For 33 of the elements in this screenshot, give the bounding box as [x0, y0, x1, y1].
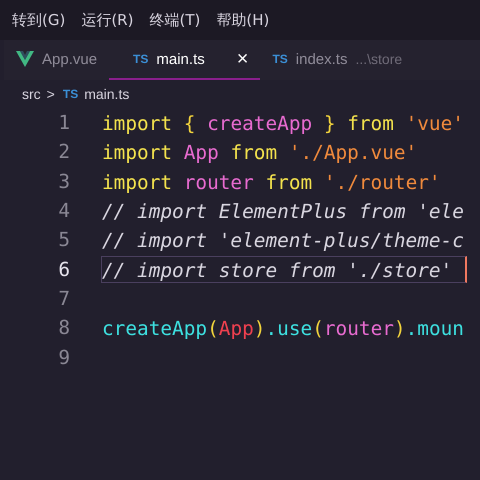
code-line: createApp(App).use(router).moun [101, 316, 465, 342]
typescript-icon: TS [272, 52, 288, 66]
line-number: 3 [57, 170, 70, 193]
close-icon[interactable]: × [236, 48, 248, 70]
code-line: import { createApp } from 'vue' [101, 111, 465, 136]
line-number: 7 [57, 286, 70, 310]
typescript-icon: TS [62, 87, 78, 101]
tab-path: ...\store [355, 51, 402, 67]
line-number: 2 [57, 140, 70, 164]
tab-label: main.ts [156, 50, 205, 68]
vue-logo-icon [16, 51, 34, 67]
code-line: import App from './App.vue' [101, 140, 418, 166]
code-line: // import ElementPlus from 'ele [101, 199, 465, 224]
line-number: 4 [57, 199, 70, 222]
menu-item[interactable]: 转到(G) [8, 10, 78, 30]
line-number: 1 [57, 111, 70, 134]
editor-tab[interactable]: TS index.ts ...\store [260, 40, 414, 80]
code-line: // import 'element-plus/theme-c [101, 228, 465, 254]
breadcrumb-item[interactable]: src [22, 86, 41, 102]
editor-tab[interactable]: App.vue [4, 40, 110, 80]
menu-item[interactable]: 终端(T) [145, 10, 212, 30]
line-number: 9 [57, 346, 70, 369]
tab-label: App.vue [42, 50, 98, 68]
breadcrumb-item[interactable]: main.ts [84, 86, 130, 102]
typescript-icon: TS [133, 52, 148, 66]
code-line: import router from './router' [101, 170, 442, 195]
line-number: 8 [57, 316, 70, 340]
chevron-icon: > [46, 86, 55, 102]
line-number: 6 [57, 258, 70, 281]
line-number: 5 [57, 228, 70, 252]
tab-label: index.ts [296, 50, 348, 68]
menu-item[interactable]: 运行(R) [77, 10, 146, 30]
menu-item[interactable]: 帮助(H) [212, 10, 282, 30]
